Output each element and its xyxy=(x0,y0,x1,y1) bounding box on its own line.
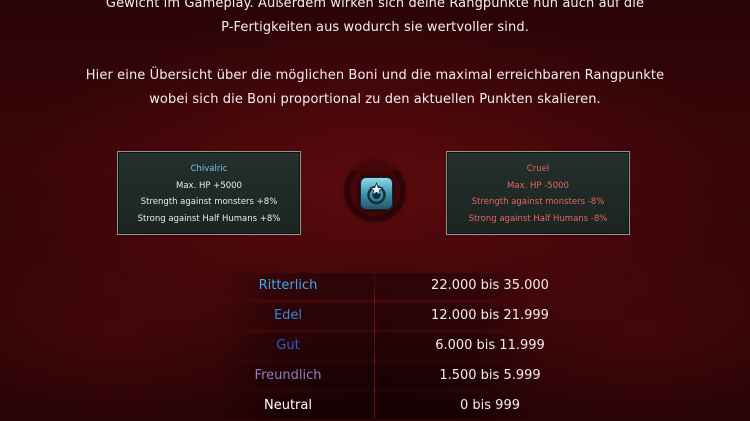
rank-name: Ritterlich xyxy=(258,278,318,293)
rank-name: Edel xyxy=(273,308,303,323)
intro-paragraph-1: Gewicht im Gameplay. Außerdem wirken sic… xyxy=(0,0,750,40)
rank-range: 6.000 bis 11.999 xyxy=(435,338,545,353)
intro-line: Gewicht im Gameplay. Außerdem wirken sic… xyxy=(105,0,645,11)
intro-line: wobei sich die Boni proportional zu den … xyxy=(149,92,601,107)
rank-range: 1.500 bis 5.999 xyxy=(439,368,541,383)
tooltip-title: Cruel xyxy=(526,164,550,174)
tooltip-line: Max. HP -5000 xyxy=(507,180,569,191)
tooltip-line: Strong against Half Humans -8% xyxy=(468,213,608,224)
chivalric-tooltip: Chivalric Max. HP +5000 Strength against… xyxy=(117,151,301,235)
rank-name: Gut xyxy=(276,338,300,353)
rank-row-edel: Edel 12.000 bis 21.999 xyxy=(0,301,750,331)
rank-emblem-icon xyxy=(360,177,393,210)
tooltip-line: Strength against monsters -8% xyxy=(471,197,605,207)
rank-name: Freundlich xyxy=(254,368,322,383)
tooltip-title: Chivalric xyxy=(190,164,228,174)
rank-row-ritterlich: Ritterlich 22.000 bis 35.000 xyxy=(0,271,750,301)
cruel-tooltip: Cruel Max. HP -5000 Strength against mon… xyxy=(446,151,630,235)
rank-range: 22.000 bis 35.000 xyxy=(431,278,549,293)
tooltip-line: Strong against Half Humans +8% xyxy=(137,213,281,224)
tooltip-line: Strength against monsters +8% xyxy=(140,197,278,207)
intro-line: P-Fertigkeiten aus wodurch sie wertvolle… xyxy=(221,20,529,35)
intro-line: Hier eine Übersicht über die möglichen B… xyxy=(85,68,665,83)
rank-row-freundlich: Freundlich 1.500 bis 5.999 xyxy=(0,361,750,391)
rank-range: 12.000 bis 21.999 xyxy=(431,308,549,323)
intro-paragraph-2: Hier eine Übersicht über die möglichen B… xyxy=(0,64,750,112)
rank-name: Neutral xyxy=(264,398,312,413)
rank-row-gut: Gut 6.000 bis 11.999 xyxy=(0,331,750,361)
rank-range: 0 bis 999 xyxy=(460,398,520,413)
tooltip-line: Max. HP +5000 xyxy=(176,180,242,191)
rank-row-neutral: Neutral 0 bis 999 xyxy=(0,391,750,421)
